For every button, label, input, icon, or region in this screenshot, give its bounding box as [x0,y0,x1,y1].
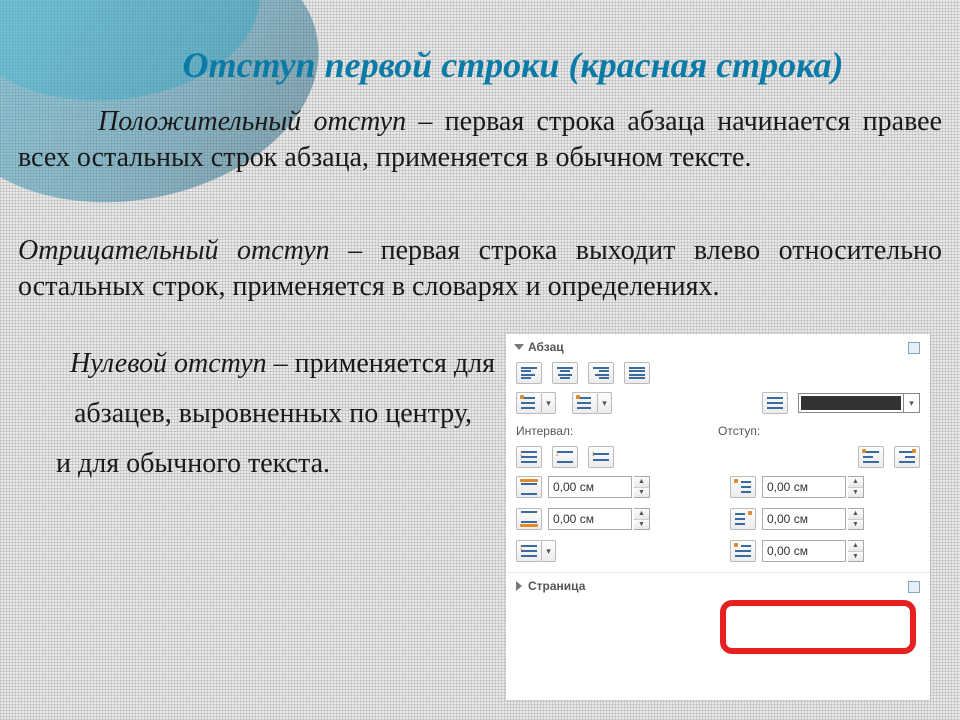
space-before-spinner[interactable]: ▲▼ [634,476,650,498]
shading-split-button[interactable] [762,392,788,414]
indent-left-input[interactable]: 0,00 см [762,476,846,498]
bullets-button[interactable] [516,392,542,414]
labels-row: Интервал: Отступ: [516,424,920,438]
line-spacing-presets: ↕ ↕ ↕ [516,446,920,468]
term-zero-indent: Нулевой отступ [70,348,267,379]
increase-indent-button[interactable] [894,446,920,468]
slide: Отступ первой строки (красная строка) По… [0,0,960,720]
align-left-button[interactable] [516,362,542,384]
space-after-input[interactable]: 0,00 см [548,508,632,530]
fill-color-picker[interactable]: ▾ [798,393,920,413]
space-after-spinner[interactable]: ▲▼ [634,508,650,530]
line-spacing-1-5-button[interactable]: ↕ [552,446,578,468]
spacing-indent-grid: 0,00 см ▲▼ 0,00 см ▲▼ 0,00 см ▲▼ [516,476,920,562]
section-dialog-launcher-icon[interactable] [908,342,920,354]
line-spacing-custom-button[interactable]: ↕ [516,540,542,562]
indent-left-icon [730,476,756,498]
paragraph-properties-panel: Абзац [506,334,930,700]
line-spacing-1-button[interactable]: ↕ [516,446,542,468]
alignment-row [516,362,920,384]
list-spacing-row: ▾ [516,392,920,414]
page-title: Отступ первой строки (красная строка) [72,44,954,86]
expand-icon[interactable] [516,581,522,591]
line-spacing-dropdown-icon[interactable] [542,540,556,562]
space-before-input[interactable]: 0,00 см [548,476,632,498]
term-positive-indent: Положительный отступ [98,106,406,137]
section-page: Страница [506,573,930,611]
indent-right-input[interactable]: 0,00 см [762,508,846,530]
label-interval: Интервал: [516,424,718,438]
paragraph-zero-indent: Нулевой отступ – применяется для абзацев… [50,346,504,483]
indent-right-spinner[interactable]: ▲▼ [848,508,864,530]
first-line-indent-spinner[interactable]: ▲▼ [848,540,864,562]
first-line-indent-input[interactable]: 0,00 см [762,540,846,562]
align-right-button[interactable] [588,362,614,384]
section-title-page: Страница [528,579,585,593]
section-title-paragraph: Абзац [528,340,564,354]
align-justify-button[interactable] [624,362,650,384]
section-dialog-launcher-icon[interactable] [908,581,920,593]
decrease-indent-button[interactable] [858,446,884,468]
text-zero-indent-2: абзацев, выровненных по центру, [42,396,504,432]
numbering-button[interactable] [572,392,598,414]
paragraph-positive-indent: Положительный отступ – первая строка абз… [18,104,942,177]
indent-left-spinner[interactable]: ▲▼ [848,476,864,498]
first-line-indent-icon [730,540,756,562]
numbering-dropdown-icon[interactable] [598,392,612,414]
label-indent: Отступ: [718,424,920,438]
space-after-icon [516,508,542,530]
line-spacing-2-button[interactable]: ↕ [588,446,614,468]
text-zero-indent-1: – применяется для [267,348,495,379]
expand-icon[interactable] [514,344,524,350]
align-center-button[interactable] [552,362,578,384]
term-negative-indent: Отрицательный отступ [18,235,330,266]
bullets-dropdown-icon[interactable] [542,392,556,414]
section-paragraph: Абзац [506,334,930,573]
indent-right-icon [730,508,756,530]
space-before-icon [516,476,542,498]
paragraph-negative-indent: Отрицательный отступ – первая строка вых… [18,233,942,306]
text-zero-indent-3: и для обычного текста. [56,446,504,482]
